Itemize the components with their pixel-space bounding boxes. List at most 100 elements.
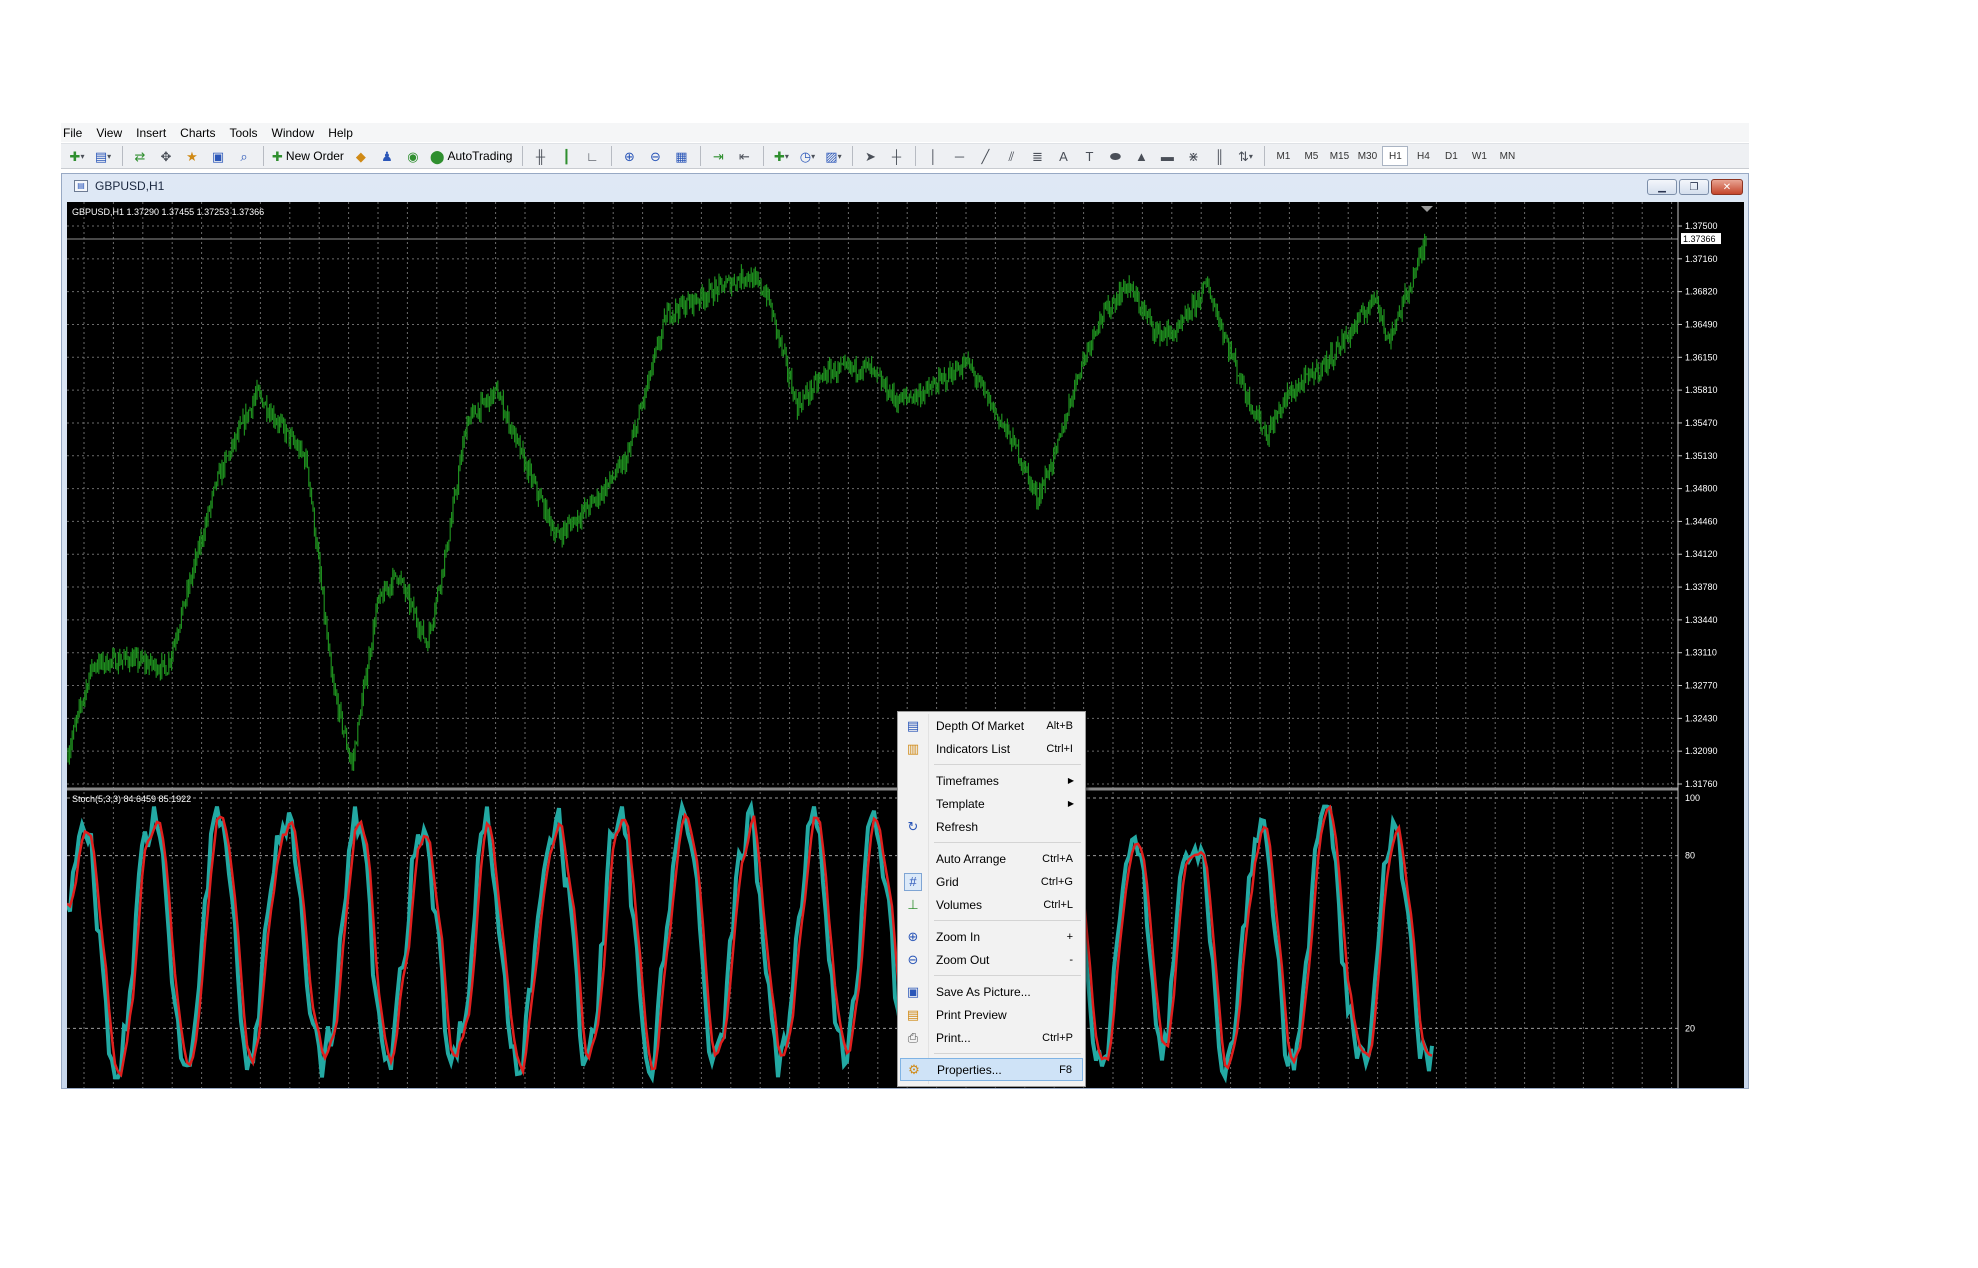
timeframe-h4[interactable]: H4 <box>1410 146 1436 166</box>
ellipse-icon: ⬬ <box>1109 148 1121 164</box>
navigator-button[interactable]: ★ <box>180 145 204 167</box>
chart-area[interactable]: 1.37500 1.37160 1.36820 1.36490 1.36150 1.358… <box>67 202 1744 1088</box>
menu-item-auto-arrange[interactable]: Auto Arrange Ctrl+A <box>900 847 1083 870</box>
refresh-icon: ↻ <box>907 818 919 834</box>
menu-item-grid[interactable]: # Grid Ctrl+G <box>900 870 1083 893</box>
profiles-button[interactable]: ▤ ▾ <box>91 145 115 167</box>
new-order-button[interactable]: ✚ New Order <box>269 145 347 167</box>
depth-of-market-icon: ▤ <box>906 717 920 733</box>
timeframe-m1[interactable]: M1 <box>1270 146 1296 166</box>
menu-item-depth-of-market[interactable]: ▤ Depth Of Market Alt+B <box>900 714 1083 737</box>
timeframe-m30[interactable]: M30 <box>1354 146 1380 166</box>
market-button[interactable]: ◉ <box>401 145 425 167</box>
tile-windows-button[interactable]: ▦ <box>669 145 693 167</box>
terminal-button[interactable]: ▣ <box>206 145 230 167</box>
auto-scroll-button[interactable]: ⇥ <box>706 145 730 167</box>
timeframe-w1[interactable]: W1 <box>1466 146 1492 166</box>
signals-button[interactable]: ♟ <box>375 145 399 167</box>
price-axis-label: 1.34120 <box>1685 549 1718 559</box>
menu-item-print[interactable]: ⎙ Print... Ctrl+P <box>900 1026 1083 1049</box>
text-button[interactable]: A <box>1051 145 1075 167</box>
toolbar-separator <box>522 146 524 166</box>
horizontal-line-button[interactable]: ─ <box>947 145 971 167</box>
autotrading-button[interactable]: ⬤ AutoTrading <box>427 145 516 167</box>
auto-scroll-icon: ⇥ <box>712 148 724 164</box>
indicator-axis-label: 100 <box>1685 793 1700 803</box>
timeframe-h1[interactable]: H1 <box>1382 146 1409 166</box>
metaeditor-button[interactable]: ◆ <box>349 145 373 167</box>
toolbar-separator <box>122 146 123 166</box>
menu-item-print-preview[interactable]: ▤ Print Preview <box>900 1003 1083 1026</box>
toolbar-separator <box>700 146 702 166</box>
vertical-line-button[interactable]: │ <box>921 145 945 167</box>
menu-charts[interactable]: Charts <box>178 126 224 140</box>
new-chart-button[interactable]: ✚ ▾ <box>65 145 89 167</box>
data-window-button[interactable]: ✥ <box>154 145 178 167</box>
menu-view[interactable]: View <box>94 126 131 140</box>
timeframe-m15[interactable]: M15 <box>1326 146 1352 166</box>
toolbar-separator <box>263 146 264 166</box>
indicators-button[interactable]: ✚ ▾ <box>769 145 793 167</box>
candlestick-button[interactable]: ┃ <box>554 145 578 167</box>
menu-insert[interactable]: Insert <box>134 126 175 140</box>
strategy-tester-button[interactable]: ⌕ <box>232 145 256 167</box>
rectangle-button[interactable]: ▬ <box>1155 145 1179 167</box>
menu-item-timeframes[interactable]: Timeframes ▶ <box>900 769 1083 792</box>
menu-item-volumes[interactable]: ⊥ Volumes Ctrl+L <box>900 893 1083 916</box>
menu-separator <box>934 764 1081 765</box>
menu-item-properties[interactable]: ⚙ Properties... F8 <box>900 1058 1083 1081</box>
timeframe-m5[interactable]: M5 <box>1298 146 1324 166</box>
menu-window[interactable]: Window <box>270 126 324 140</box>
cursor-icon: ➤ <box>864 148 876 164</box>
menu-help[interactable]: Help <box>326 126 362 140</box>
zoom-out-button[interactable]: ⊖ <box>643 145 667 167</box>
line-chart-button[interactable]: ∟ <box>580 145 604 167</box>
submenu-arrow-icon: ▶ <box>1067 776 1074 785</box>
fibonacci-button[interactable]: ≣ <box>1025 145 1049 167</box>
crosshair-button[interactable]: ┼ <box>884 145 908 167</box>
menu-item-save-as-picture[interactable]: ▣ Save As Picture... <box>900 980 1083 1003</box>
chart-shift-button[interactable]: ⇤ <box>732 145 756 167</box>
submenu-arrow-icon: ▶ <box>1067 799 1074 808</box>
cycle-lines-button[interactable]: ║ <box>1207 145 1231 167</box>
menu-item-zoom-in[interactable]: ⊕ Zoom In + <box>900 925 1083 948</box>
periods-button[interactable]: ◷ ▾ <box>795 145 819 167</box>
chart-window-titlebar[interactable]: ▤ GBPUSD,H1 ▁ ❐ ✕ <box>62 174 1748 198</box>
menu-item-shortcut: Ctrl+G <box>1040 875 1073 888</box>
menu-item-indicators-list[interactable]: ▥ Indicators List Ctrl+I <box>900 737 1083 760</box>
close-button[interactable]: ✕ <box>1711 179 1743 195</box>
indicator-header: Stoch(5,3,3) 84.6459 85.1922 <box>72 794 191 804</box>
timeframe-d1[interactable]: D1 <box>1438 146 1464 166</box>
menu-item-label: Timeframes <box>936 773 999 788</box>
chart-shift-marker[interactable] <box>1421 206 1433 212</box>
menu-item-label: Zoom Out <box>936 952 990 967</box>
price-axis-label: 1.36150 <box>1685 352 1718 362</box>
cursor-button[interactable]: ➤ <box>858 145 882 167</box>
restore-button[interactable]: ❐ <box>1679 179 1709 195</box>
templates-button[interactable]: ▨ ▾ <box>821 145 845 167</box>
zoom-in-icon: ⊕ <box>623 148 635 164</box>
zoom-out-icon: ⊖ <box>649 148 661 164</box>
autotrading-icon: ⬤ <box>429 148 445 164</box>
menu-tools[interactable]: Tools <box>228 126 267 140</box>
menu-item-template[interactable]: Template ▶ <box>900 792 1083 815</box>
ellipse-button[interactable]: ⬬ <box>1103 145 1127 167</box>
timeframe-mn[interactable]: MN <box>1494 146 1520 166</box>
text-label-button[interactable]: T <box>1077 145 1101 167</box>
menu-item-zoom-out[interactable]: ⊖ Zoom Out - <box>900 948 1083 971</box>
indicator-axis: 100 80 20 <box>1685 793 1700 1033</box>
print-preview-icon: ▤ <box>906 1006 920 1022</box>
toolbar: ✚ ▾ ▤ ▾ ⇄ ✥ ★ ▣ ⌕ ✚ New Order ◆ ♟ ◉ ⬤ AutoTr… <box>61 143 1749 169</box>
minimize-button[interactable]: ▁ <box>1647 179 1677 195</box>
zoom-in-button[interactable]: ⊕ <box>617 145 641 167</box>
equidistant-channel-button[interactable]: ⫽ <box>999 145 1023 167</box>
menu-separator <box>934 975 1081 976</box>
menu-file[interactable]: File <box>61 126 91 140</box>
market-watch-button[interactable]: ⇄ <box>128 145 152 167</box>
arrows-button[interactable]: ⇅ ▾ <box>1233 145 1257 167</box>
triangle-button[interactable]: ▲ <box>1129 145 1153 167</box>
trendline-button[interactable]: ╱ <box>973 145 997 167</box>
gann-fan-button[interactable]: ⋇ <box>1181 145 1205 167</box>
bar-chart-button[interactable]: ╫ <box>528 145 552 167</box>
menu-item-refresh[interactable]: ↻ Refresh <box>900 815 1083 838</box>
